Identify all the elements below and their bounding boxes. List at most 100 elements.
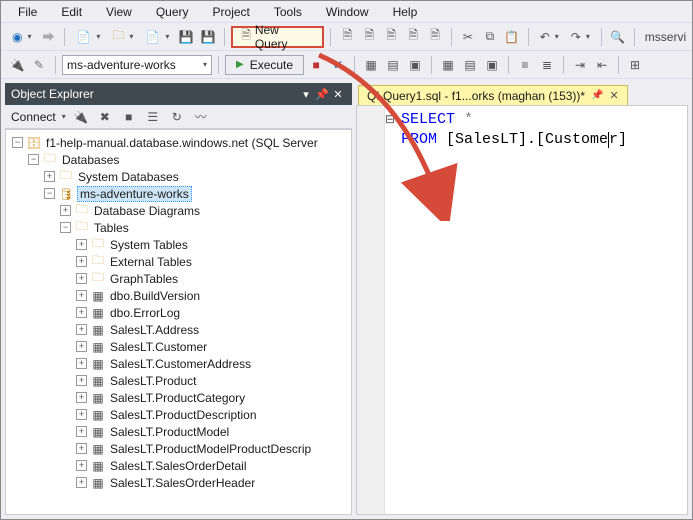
new-query-icon: 🗎 (241, 26, 251, 47)
editor-body[interactable]: ⊟ SELECT * FROM [SalesLT].[Customer] (356, 105, 688, 515)
connect-icon[interactable]: 🔌 (7, 55, 27, 75)
menu-window[interactable]: Window (315, 2, 380, 22)
results-text-icon[interactable]: ▤ (460, 55, 480, 75)
find-icon[interactable]: 🔍 (608, 27, 628, 47)
solution-combo-text[interactable]: msservi (641, 30, 686, 44)
undo-dropdown[interactable]: ↶▾ (535, 27, 564, 47)
menubar: File Edit View Query Project Tools Windo… (1, 1, 692, 23)
tree-table-errorlog[interactable]: +▦ dbo.ErrorLog (6, 304, 351, 321)
change-connection-icon[interactable]: ✎ (29, 55, 49, 75)
xmla-query-icon[interactable]: 🗎 (403, 27, 423, 47)
tree-graph-tables[interactable]: +🗀 GraphTables (6, 270, 351, 287)
specify-values-icon[interactable]: ⊞ (625, 55, 645, 75)
execute-label: Execute (250, 58, 293, 72)
window-position-icon[interactable]: ▾ (298, 86, 314, 102)
dmx-query-icon[interactable]: 🗎 (381, 27, 401, 47)
add-item-dropdown[interactable]: 📄▾ (140, 27, 174, 47)
auto-hide-pin-icon[interactable]: 📌 (314, 86, 330, 102)
query-options-icon[interactable]: ▣ (405, 55, 425, 75)
indent-icon[interactable]: ⇥ (570, 55, 590, 75)
chevron-down-icon: ▾ (203, 60, 207, 69)
tree-table-productmodel[interactable]: +▦ SalesLT.ProductModel (6, 423, 351, 440)
redo-dropdown[interactable]: ↷▾ (566, 27, 595, 47)
editor-tab-title: QLQuery1.sql - f1...orks (maghan (153))* (367, 89, 585, 103)
pin-icon[interactable]: 📌 (591, 90, 603, 101)
toolbar-sql-editor: 🔌 ✎ ms-adventure-works ▾ ▶ Execute ■ ✔ ▦… (1, 51, 692, 79)
menu-help[interactable]: Help (382, 2, 429, 22)
editor-code[interactable]: SELECT * FROM [SalesLT].[Customer] (401, 110, 627, 150)
oe-connect-label[interactable]: Connect (11, 110, 56, 124)
menu-query[interactable]: Query (145, 2, 200, 22)
close-panel-icon[interactable]: ✕ (330, 86, 346, 102)
object-explorer-title: Object Explorer (11, 87, 94, 101)
copy-icon[interactable]: ⧉ (480, 27, 500, 47)
display-plan-icon[interactable]: ▦ (361, 55, 381, 75)
oe-connect-icon[interactable]: 🔌 (72, 108, 90, 126)
tree-databases[interactable]: −🗀 Databases (6, 151, 351, 168)
mdx-query-icon[interactable]: 🗎 (359, 27, 379, 47)
menu-project[interactable]: Project (202, 2, 261, 22)
editor-gutter (357, 106, 385, 514)
close-tab-icon[interactable]: ✕ (610, 89, 619, 102)
tree-table-product[interactable]: +▦ SalesLT.Product (6, 372, 351, 389)
cut-icon[interactable]: ✂ (458, 27, 478, 47)
tree-table-salesorderdetail[interactable]: +▦ SalesLT.SalesOrderDetail (6, 457, 351, 474)
tree-server-root[interactable]: −🗄 f1-help-manual.database.windows.net (… (6, 134, 351, 151)
tree-table-productcategory[interactable]: +▦ SalesLT.ProductCategory (6, 389, 351, 406)
tree-table-customer[interactable]: +▦ SalesLT.Customer (6, 338, 351, 355)
new-query-button[interactable]: 🗎 New Query (231, 26, 324, 48)
results-file-icon[interactable]: ▣ (482, 55, 502, 75)
tree-ms-adventure-works[interactable]: −🛢 ms-adventure-works (6, 185, 351, 202)
tree-tables[interactable]: −🗀 Tables (6, 219, 351, 236)
results-grid-icon[interactable]: ▦ (438, 55, 458, 75)
dax-query-icon[interactable]: 🗎 (425, 27, 445, 47)
outdent-icon[interactable]: ⇤ (592, 55, 612, 75)
parse-icon[interactable]: ✔ (328, 55, 348, 75)
tree-table-customeraddress[interactable]: +▦ SalesLT.CustomerAddress (6, 355, 351, 372)
menu-file[interactable]: File (7, 2, 48, 22)
editor-tab-active[interactable]: QLQuery1.sql - f1...orks (maghan (153))*… (358, 85, 628, 105)
menu-tools[interactable]: Tools (263, 2, 313, 22)
save-all-icon[interactable]: 💾 (198, 27, 218, 47)
tree-table-address[interactable]: +▦ SalesLT.Address (6, 321, 351, 338)
stop-icon[interactable]: ■ (306, 55, 326, 75)
toolbar-standard: ◉▾ ⮕ 📄▾ 🗀▾ 📄▾ 💾 💾 🗎 New Query 🗎 🗎 🗎 🗎 🗎 … (1, 23, 692, 51)
collapse-region-icon[interactable]: ⊟ (385, 112, 397, 124)
new-project-dropdown[interactable]: 📄▾ (71, 27, 105, 47)
object-explorer-titlebar: Object Explorer ▾ 📌 ✕ (5, 83, 352, 105)
open-project-dropdown[interactable]: 🗀▾ (107, 27, 138, 47)
query-editor-panel: QLQuery1.sql - f1...orks (maghan (153))*… (356, 83, 688, 515)
database-combo[interactable]: ms-adventure-works ▾ (62, 55, 212, 75)
object-explorer-tree[interactable]: −🗄 f1-help-manual.database.windows.net (… (5, 129, 352, 515)
tree-table-productmodelproductdesc[interactable]: +▦ SalesLT.ProductModelProductDescrip (6, 440, 351, 457)
paste-icon[interactable]: 📋 (502, 27, 522, 47)
tree-system-databases[interactable]: +🗀 System Databases (6, 168, 351, 185)
save-icon[interactable]: 💾 (176, 27, 196, 47)
tree-database-diagrams[interactable]: +🗀 Database Diagrams (6, 202, 351, 219)
tree-table-productdescription[interactable]: +▦ SalesLT.ProductDescription (6, 406, 351, 423)
uncomment-icon[interactable]: ≣ (537, 55, 557, 75)
tree-table-salesorderheader[interactable]: +▦ SalesLT.SalesOrderHeader (6, 474, 351, 491)
tree-external-tables[interactable]: +🗀 External Tables (6, 253, 351, 270)
oe-stop-icon[interactable]: ■ (120, 108, 138, 126)
menu-view[interactable]: View (95, 2, 143, 22)
play-icon: ▶ (236, 59, 244, 70)
oe-filter-icon[interactable]: ☰ (144, 108, 162, 126)
database-combo-value: ms-adventure-works (67, 58, 176, 72)
comment-icon[interactable]: ≡ (515, 55, 535, 75)
object-explorer-toolbar: Connect ▾ 🔌 ✖ ■ ☰ ↻ 〰 (5, 105, 352, 129)
oe-activity-icon[interactable]: 〰 (192, 108, 210, 126)
oe-refresh-icon[interactable]: ↻ (168, 108, 186, 126)
object-explorer-panel: Object Explorer ▾ 📌 ✕ Connect ▾ 🔌 ✖ ■ ☰ … (5, 83, 352, 515)
tree-system-tables[interactable]: +🗀 System Tables (6, 236, 351, 253)
include-plan-icon[interactable]: ▤ (383, 55, 403, 75)
execute-button[interactable]: ▶ Execute (225, 55, 304, 75)
menu-edit[interactable]: Edit (50, 2, 93, 22)
editor-tabstrip: QLQuery1.sql - f1...orks (maghan (153))*… (356, 83, 688, 105)
nav-forward-icon[interactable]: ⮕ (39, 27, 59, 47)
de-query-icon[interactable]: 🗎 (337, 27, 357, 47)
new-query-label: New Query (255, 23, 315, 51)
oe-disconnect-icon[interactable]: ✖ (96, 108, 114, 126)
tree-table-buildversion[interactable]: +▦ dbo.BuildVersion (6, 287, 351, 304)
nav-back-dropdown[interactable]: ◉▾ (7, 27, 37, 47)
